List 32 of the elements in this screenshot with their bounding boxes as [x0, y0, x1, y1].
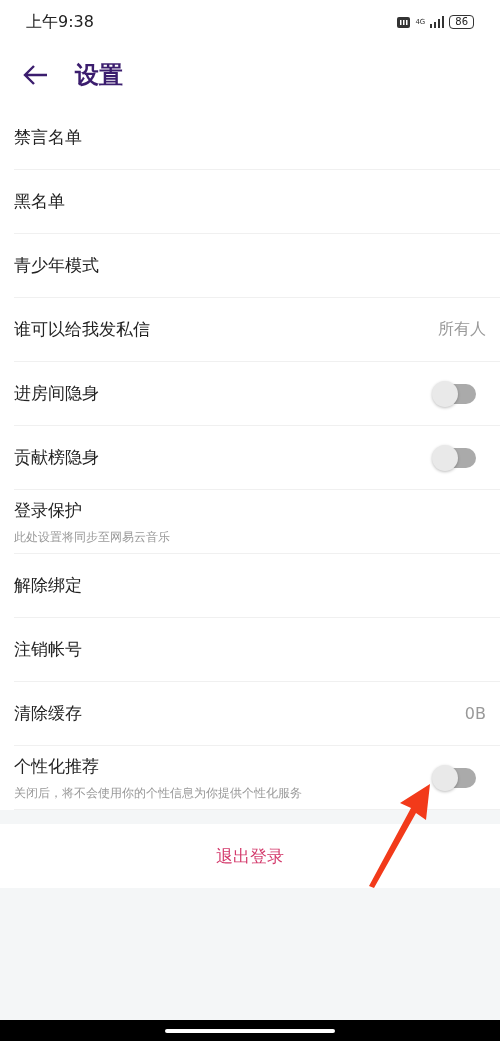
row-label: 登录保护 [14, 498, 83, 522]
logout-button[interactable]: 退出登录 [200, 836, 300, 876]
row-label: 注销帐号 [14, 638, 82, 661]
battery-indicator: 86 [449, 15, 474, 29]
settings-row[interactable]: 登录保护 此处设置将同步至网易云音乐 [14, 490, 500, 554]
signal-icon [430, 16, 445, 28]
row-label: 进房间隐身 [14, 382, 99, 405]
row-value: 所有人 [438, 319, 486, 340]
row-value: 0B [464, 704, 486, 723]
row-label: 贡献榜隐身 [14, 446, 99, 469]
row-note: 关闭后，将不会使用你的个性信息为你提供个性化服务 [14, 785, 302, 801]
settings-row[interactable]: 黑名单 [14, 170, 500, 234]
back-icon[interactable] [22, 64, 48, 86]
settings-row[interactable]: 清除缓存 0B [14, 682, 500, 746]
row-label: 个性化推荐 [14, 754, 100, 778]
row-note: 此处设置将同步至网易云音乐 [14, 529, 170, 545]
status-time: 上午9:38 [26, 11, 94, 33]
page-title: 设置 [75, 60, 123, 91]
row-label: 青少年模式 [14, 254, 99, 277]
row-label: 谁可以给我发私信 [14, 318, 150, 341]
settings-row[interactable]: 进房间隐身 [14, 362, 500, 426]
row-label: 黑名单 [14, 190, 65, 213]
home-indicator[interactable] [165, 1028, 335, 1033]
settings-row[interactable]: 谁可以给我发私信 所有人 [14, 298, 500, 362]
row-label: 解除绑定 [14, 574, 82, 597]
settings-row[interactable]: 解除绑定 [14, 554, 500, 618]
settings-row[interactable]: 注销帐号 [14, 618, 500, 682]
settings-row[interactable]: 青少年模式 [14, 234, 500, 298]
row-label: 清除缓存 [14, 702, 82, 725]
settings-row[interactable]: 贡献榜隐身 [14, 426, 500, 490]
settings-row[interactable]: 禁言名单 [14, 106, 500, 170]
row-label: 禁言名单 [14, 126, 82, 149]
